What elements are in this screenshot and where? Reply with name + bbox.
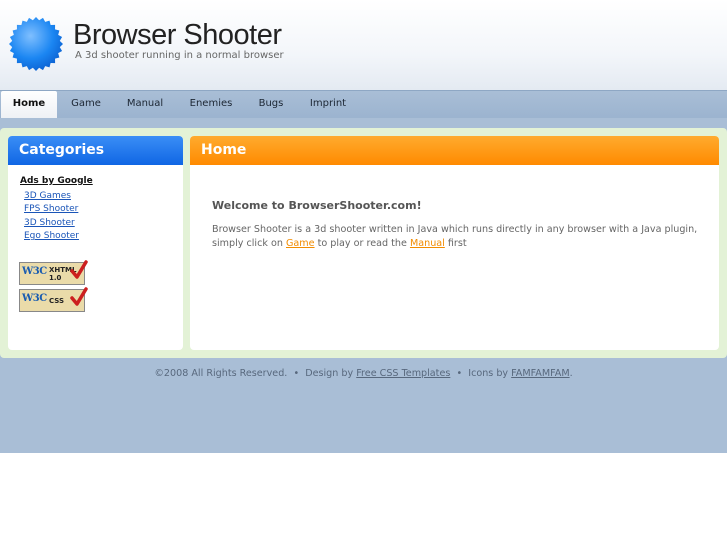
nav-item-game[interactable]: Game	[60, 91, 112, 118]
main-title: Home	[190, 136, 719, 165]
intro-paragraph: Browser Shooter is a 3d shooter written …	[212, 223, 702, 250]
footer: ©2008 All Rights Reserved. • Design by F…	[0, 368, 727, 379]
w3c-xhtml-badge[interactable]: W3C XHTML 1.0	[19, 260, 88, 285]
sidebar-panel: Categories Ads by Google 3D Games FPS Sh…	[8, 136, 183, 350]
footer-separator: •	[456, 368, 463, 379]
intro-text-2: to play or read the	[314, 237, 410, 249]
main-nav: Home Game Manual Enemies Bugs Imprint	[0, 90, 727, 119]
main-panel: Home Welcome to BrowserShooter.com! Brow…	[190, 136, 719, 350]
nav-item-enemies[interactable]: Enemies	[181, 91, 241, 118]
header: Browser Shooter A 3d shooter running in …	[0, 0, 727, 90]
w3c-css-badge[interactable]: W3C CSS	[19, 287, 88, 312]
w3c-logo: W3C	[22, 293, 47, 304]
ad-link-ego-shooter[interactable]: Ego Shooter	[24, 231, 79, 241]
nav-item-home[interactable]: Home	[1, 91, 57, 118]
nav-item-manual[interactable]: Manual	[117, 91, 173, 118]
nav-item-bugs[interactable]: Bugs	[249, 91, 293, 118]
manual-link[interactable]: Manual	[410, 238, 445, 249]
ad-link-3d-shooter[interactable]: 3D Shooter	[24, 218, 75, 228]
checkmark-icon	[70, 287, 88, 306]
footer-separator: •	[293, 368, 300, 379]
checkmark-icon	[70, 260, 88, 279]
icons-by-text: Icons by	[468, 368, 509, 379]
css-badge-text: CSS	[49, 297, 65, 305]
nav-item-imprint[interactable]: Imprint	[302, 91, 354, 118]
ad-link-3d-games[interactable]: 3D Games	[24, 191, 71, 201]
site-tagline: A 3d shooter running in a normal browser	[75, 50, 284, 61]
game-link[interactable]: Game	[286, 238, 315, 249]
intro-text-3: first	[444, 237, 467, 249]
welcome-heading: Welcome to BrowserShooter.com!	[212, 199, 422, 212]
copyright-text: ©2008 All Rights Reserved.	[154, 368, 288, 379]
site-title[interactable]: Browser Shooter	[73, 19, 282, 52]
ad-link-fps-shooter[interactable]: FPS Shooter	[24, 204, 78, 214]
free-css-templates-link[interactable]: Free CSS Templates	[356, 368, 450, 379]
w3c-logo: W3C	[22, 266, 47, 277]
footer-period: .	[569, 368, 573, 379]
sidebar-title: Categories	[8, 136, 183, 165]
ads-by-google-label[interactable]: Ads by Google	[20, 176, 93, 186]
blue-seal-logo-icon	[9, 17, 63, 71]
design-by-text: Design by	[305, 368, 354, 379]
famfamfam-link[interactable]: FAMFAMFAM	[511, 368, 569, 379]
